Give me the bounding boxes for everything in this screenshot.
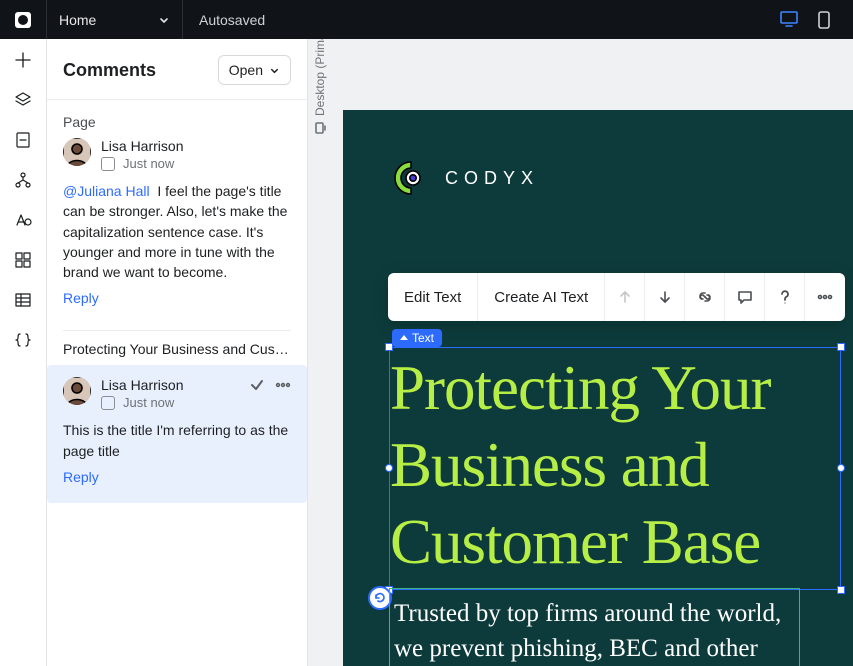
resolve-checkbox[interactable]: [101, 396, 115, 410]
canvas-area[interactable]: Desktop (Primary) CODYX: [308, 39, 853, 666]
breakpoint-label[interactable]: Desktop (Primary): [313, 39, 327, 134]
page-icon: [15, 131, 31, 149]
reply-button[interactable]: Reply: [63, 469, 99, 485]
data-button[interactable]: [14, 291, 32, 309]
comment-time: Just now: [123, 156, 174, 171]
arrow-down-icon: [657, 289, 673, 305]
page-subtitle-text[interactable]: Trusted by top firms around the world, w…: [394, 597, 789, 666]
site-structure-button[interactable]: [14, 171, 32, 189]
avatar-image: [63, 377, 91, 405]
comment-body: This is the title I'm referring to as th…: [63, 420, 291, 461]
app-logo-button[interactable]: [0, 0, 47, 39]
mobile-icon: [817, 10, 831, 30]
comment-context-title: Protecting Your Business and Cust…: [47, 331, 307, 361]
mobile-view-button[interactable]: [817, 10, 831, 30]
comment-time: Just now: [123, 395, 174, 410]
more-horizontal-icon: [816, 288, 834, 306]
selected-text-element[interactable]: Protecting Your Business and Customer Ba…: [389, 347, 841, 590]
link-icon: [696, 288, 714, 306]
resize-handle[interactable]: [837, 464, 845, 472]
resolve-checkbox[interactable]: [101, 157, 115, 171]
avatar: [63, 138, 91, 166]
create-ai-text-button[interactable]: Create AI Text: [478, 273, 605, 321]
floating-toolbar: Edit Text Create AI Text: [388, 273, 845, 321]
check-icon[interactable]: [249, 377, 265, 393]
comments-filter-label: Open: [229, 62, 263, 78]
left-sidebar: [0, 39, 47, 666]
comments-filter-dropdown[interactable]: Open: [218, 55, 291, 85]
site-frame: CODYX Edit Text Create AI Text: [343, 110, 853, 666]
page-selector[interactable]: Home: [47, 0, 183, 39]
selection-badge-icon: [400, 335, 408, 340]
components-button[interactable]: [14, 251, 32, 269]
site-brand-name: CODYX: [445, 168, 539, 189]
comment-icon: [736, 288, 754, 306]
move-down-button[interactable]: [645, 273, 685, 321]
site-logo-icon: [393, 160, 429, 196]
selection-badge[interactable]: Text: [392, 329, 442, 347]
resize-handle[interactable]: [385, 343, 393, 351]
comment-body: @Juliana Hall I feel the page's title ca…: [63, 181, 291, 282]
table-icon: [14, 291, 32, 309]
desktop-view-button[interactable]: [779, 10, 799, 30]
layers-icon: [14, 91, 32, 109]
help-icon: [777, 288, 793, 306]
comment-thread-selected[interactable]: Lisa Harrison Just now This is the title…: [47, 365, 307, 503]
comment-thread[interactable]: Lisa Harrison Just now @Juliana Hall I f…: [47, 138, 307, 324]
page-button[interactable]: [15, 131, 31, 149]
grid-icon: [14, 251, 32, 269]
avatar-image: [63, 138, 91, 166]
page-selector-label: Home: [59, 12, 96, 28]
edit-text-button[interactable]: Edit Text: [388, 273, 478, 321]
chevron-down-icon: [269, 65, 280, 76]
reply-button[interactable]: Reply: [63, 290, 99, 306]
arrow-up-icon: [617, 289, 633, 305]
typography-button[interactable]: [14, 211, 32, 229]
link-button[interactable]: [685, 273, 725, 321]
resize-handle[interactable]: [837, 343, 845, 351]
autosave-status: Autosaved: [183, 12, 281, 28]
revert-icon: [373, 591, 387, 605]
typography-icon: [14, 211, 32, 229]
comments-title: Comments: [63, 60, 156, 81]
layers-button[interactable]: [14, 91, 32, 109]
desktop-icon: [779, 10, 799, 28]
resize-handle[interactable]: [837, 586, 845, 594]
comment-author: Lisa Harrison: [101, 138, 183, 154]
avatar: [63, 377, 91, 405]
site-structure-icon: [14, 171, 32, 189]
code-button[interactable]: [14, 331, 32, 349]
comments-panel: Comments Open Page Lisa Harrison: [47, 39, 308, 666]
subtitle-element[interactable]: Trusted by top firms around the world, w…: [389, 588, 800, 666]
site-brand: CODYX: [393, 160, 539, 196]
chevron-down-icon: [158, 14, 170, 26]
top-bar: Home Autosaved: [0, 0, 853, 39]
comment-button[interactable]: [725, 273, 765, 321]
code-braces-icon: [14, 331, 32, 349]
add-button[interactable]: [14, 51, 32, 69]
breakpoint-icon: [314, 122, 326, 134]
app-logo-icon: [13, 10, 33, 30]
move-up-button[interactable]: [605, 273, 645, 321]
help-button[interactable]: [765, 273, 805, 321]
plus-icon: [14, 51, 32, 69]
mention[interactable]: @Juliana Hall: [63, 183, 150, 199]
page-title-text[interactable]: Protecting Your Business and Customer Ba…: [390, 348, 840, 589]
more-icon[interactable]: [275, 377, 291, 393]
comment-author: Lisa Harrison: [101, 377, 183, 393]
comment-section-page: Page: [47, 100, 307, 138]
more-button[interactable]: [805, 273, 845, 321]
